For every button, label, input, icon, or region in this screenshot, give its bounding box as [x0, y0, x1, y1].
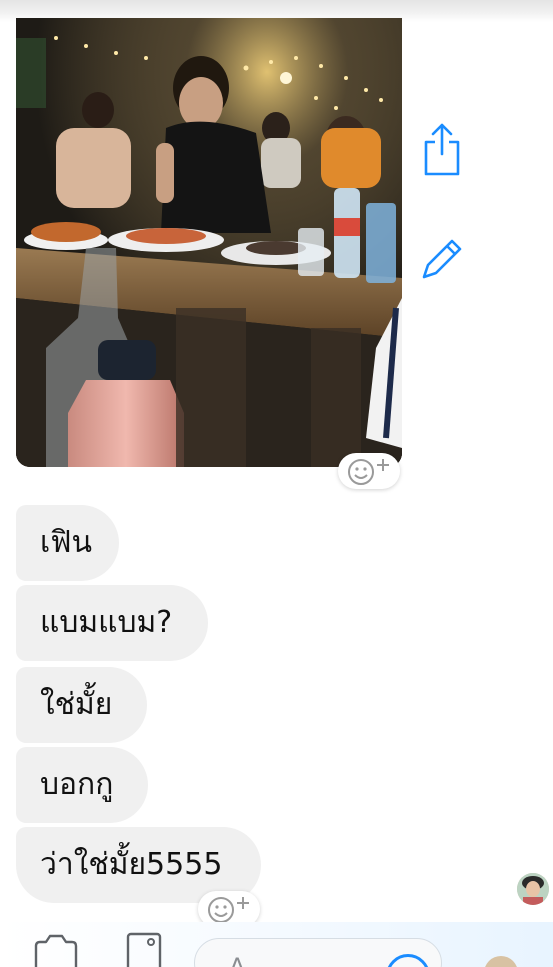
message-bubble[interactable]: เฟิน — [16, 505, 119, 581]
gallery-button[interactable] — [122, 930, 166, 967]
message-bubble[interactable]: ใช่มั้ย — [16, 667, 147, 743]
camera-button[interactable] — [34, 930, 78, 967]
seen-avatar — [517, 873, 549, 905]
share-button[interactable] — [420, 122, 464, 176]
share-icon — [424, 123, 460, 176]
add-reaction-icon — [208, 897, 249, 923]
chat-screen: เฟิน แบมแบม? ใช่มั้ย บอกกู ว่าใช่มั้ย555… — [0, 0, 553, 967]
edit-button[interactable] — [420, 232, 464, 286]
add-reaction-button[interactable] — [338, 453, 400, 489]
pencil-icon — [422, 239, 462, 279]
camera-icon — [34, 934, 78, 967]
avatar — [517, 873, 549, 905]
message-input-placeholder: A — [229, 953, 246, 967]
message-composer: A — [0, 922, 553, 967]
message-bubble[interactable]: บอกกู — [16, 747, 148, 823]
message-bubble[interactable]: แบมแบม? — [16, 585, 208, 661]
image-icon — [126, 932, 162, 967]
photo-message[interactable] — [16, 18, 402, 467]
restaurant-photo — [16, 18, 402, 467]
add-reaction-icon — [348, 459, 389, 485]
